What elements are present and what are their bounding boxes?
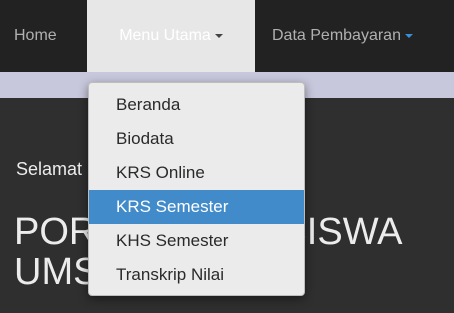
dropdown-item-beranda[interactable]: Beranda: [89, 88, 304, 122]
nav-home-label: Home: [14, 27, 57, 44]
nav-home[interactable]: Home: [14, 0, 57, 72]
dropdown-item-khs-semester[interactable]: KHS Semester: [89, 224, 304, 258]
menu-utama-dropdown: Beranda Biodata KRS Online KRS Semester …: [88, 82, 305, 296]
nav-menu-utama-label: Menu Utama: [119, 27, 211, 44]
nav-data-pembayaran-label: Data Pembayaran: [272, 27, 401, 44]
dropdown-item-transkrip-nilai[interactable]: Transkrip Nilai: [89, 258, 304, 292]
caret-down-icon: [214, 33, 223, 38]
nav-data-pembayaran[interactable]: Data Pembayaran: [272, 0, 413, 72]
dropdown-item-krs-semester[interactable]: KRS Semester: [89, 190, 304, 224]
caret-down-icon: [404, 33, 413, 38]
dropdown-item-krs-online[interactable]: KRS Online: [89, 156, 304, 190]
top-navbar: Home Menu Utama Data Pembayaran: [0, 0, 454, 72]
dropdown-item-biodata[interactable]: Biodata: [89, 122, 304, 156]
nav-menu-utama[interactable]: Menu Utama: [87, 0, 255, 72]
